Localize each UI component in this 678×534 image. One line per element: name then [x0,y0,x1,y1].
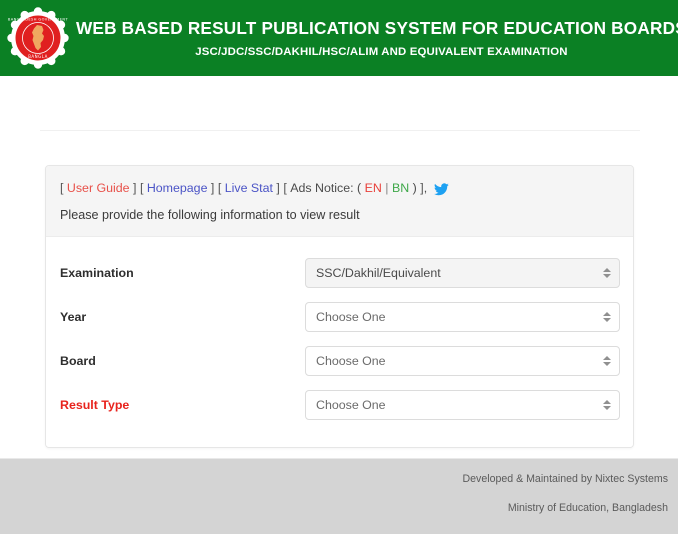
page-subtitle: JSC/JDC/SSC/DAKHIL/HSC/ALIM AND EQUIVALE… [195,46,568,59]
paren-open: ( [357,181,362,195]
board-select[interactable]: Choose One [305,345,620,376]
card-header: [ User Guide ] [ Homepage ] [ Live Stat … [46,166,633,238]
instruction-text: Please provide the following information… [60,207,360,222]
label-year: Year [60,309,87,324]
bracket-open-4: [ [283,181,287,195]
label-board: Board [60,353,96,368]
bracket-close-3: ] [276,181,280,195]
examination-select[interactable]: SSC/Dakhil/Equivalent [305,257,620,288]
card-body: Examination SSC/Dakhil/Equivalent Year C… [46,237,633,448]
bracket-close-1: ] [133,181,137,195]
pipe-separator: | [385,181,389,195]
bracket-open-3: [ [217,181,222,195]
footer-inner: Developed & Maintained by Nixtec Systems… [0,459,678,514]
label-examination: Examination [60,265,134,280]
select-wrap-board: Choose One [305,345,620,376]
quick-links-bar: [ User Guide ] [ Homepage ] [ Live Stat … [60,179,619,198]
footer-ministry-credit: Ministry of Education, Bangladesh [507,501,668,514]
result-form-card: [ User Guide ] [ Homepage ] [ Live Stat … [45,165,634,449]
result-type-select[interactable]: Choose One [305,389,620,420]
label-result-type: Result Type [60,397,130,412]
svg-text:BANGLA: BANGLA [28,54,48,59]
ads-notice-bn-link[interactable]: BN [392,179,409,198]
select-wrap-year: Choose One [305,301,620,332]
year-select[interactable]: Choose One [305,301,620,332]
bangladesh-government-seal-logo: BANGLADESH GOVERNMENT BANGLA [7,7,69,69]
footer-developer-credit: Developed & Maintained by Nixtec Systems [462,473,669,485]
live-stat-link[interactable]: Live Stat [225,179,273,198]
user-guide-link[interactable]: User Guide [67,179,130,198]
svg-text:BANGLADESH GOVERNMENT: BANGLADESH GOVERNMENT [8,18,69,22]
site-header: BANGLADESH GOVERNMENT BANGLA WEB BASED R… [0,0,678,76]
trailing-comma: , [423,181,428,195]
form-row-year: Year Choose One [60,295,620,338]
select-wrap-examination: SSC/Dakhil/Equivalent [305,257,620,288]
paren-close: ) [412,181,417,195]
site-footer: Developed & Maintained by Nixtec Systems… [0,458,678,534]
top-divider [40,130,640,131]
select-wrap-result-type: Choose One [305,389,620,420]
homepage-link[interactable]: Homepage [147,179,208,198]
form-row-board: Board Choose One [60,339,620,382]
ads-notice-label: Ads Notice: [290,181,354,195]
bracket-open-2: [ [139,181,144,195]
ads-notice-en-link[interactable]: EN [365,179,382,198]
header-titles: WEB BASED RESULT PUBLICATION SYSTEM FOR … [76,18,678,59]
logo-container: BANGLADESH GOVERNMENT BANGLA [0,0,76,76]
bracket-close-2: ] [210,181,215,195]
form-row-examination: Examination SSC/Dakhil/Equivalent [60,251,620,294]
twitter-icon[interactable] [434,183,449,196]
form-row-result-type: Result Type Choose One [60,383,620,426]
bracket-open-1: [ [60,181,64,195]
page-title: WEB BASED RESULT PUBLICATION SYSTEM FOR … [76,17,678,38]
page-body: [ User Guide ] [ Homepage ] [ Live Stat … [0,76,678,458]
